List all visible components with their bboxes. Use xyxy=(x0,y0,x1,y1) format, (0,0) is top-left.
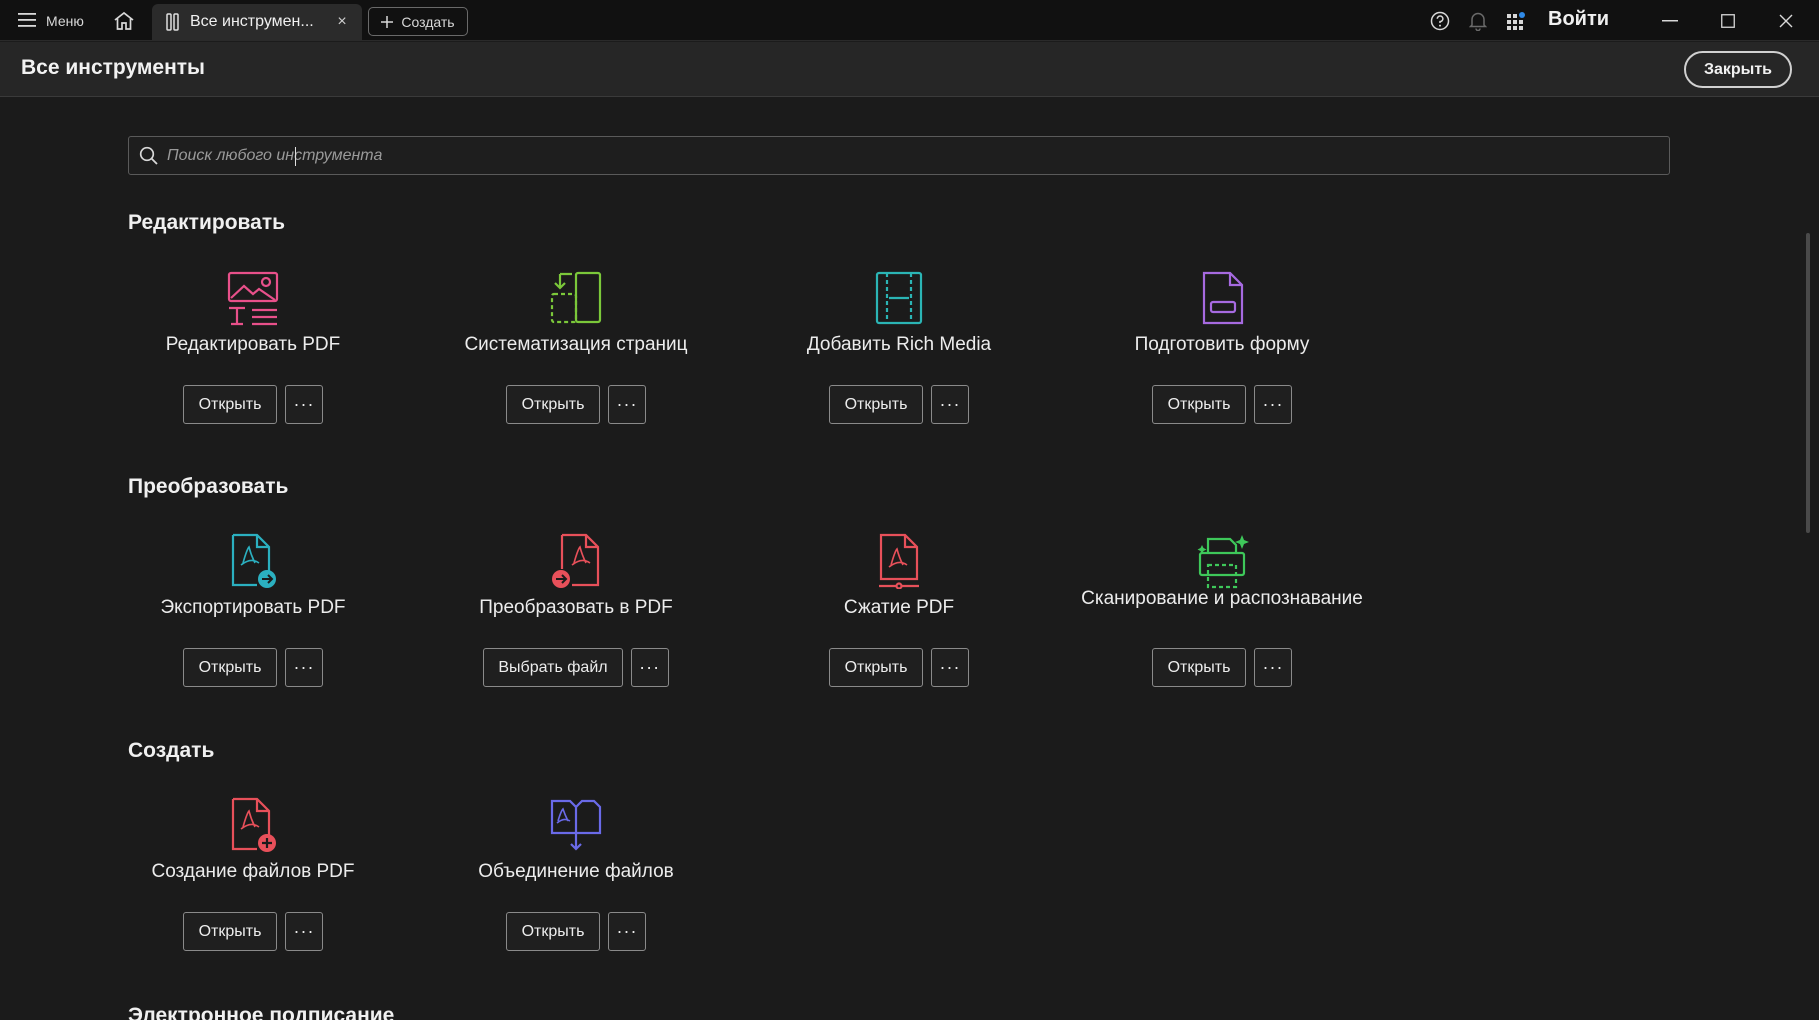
tool-name: Редактировать PDF xyxy=(165,334,341,355)
bell-icon[interactable] xyxy=(1466,9,1490,33)
tab-close-icon[interactable]: × xyxy=(334,13,350,31)
open-button[interactable]: Открыть xyxy=(506,912,600,951)
tool-name: Сжатие PDF xyxy=(843,597,955,618)
tool-name: Преобразовать в PDF xyxy=(479,597,673,618)
convert-to-pdf-icon xyxy=(548,533,604,589)
tool-name: Сканирование и распознавание xyxy=(1081,588,1363,609)
window-close-icon[interactable] xyxy=(1766,6,1806,36)
search-input[interactable] xyxy=(167,138,1657,173)
more-options-button[interactable]: ··· xyxy=(285,648,323,687)
search-box[interactable] xyxy=(128,136,1670,175)
create-tab-button[interactable]: Создать xyxy=(368,7,468,36)
login-button[interactable]: Войти xyxy=(1548,8,1609,31)
open-button[interactable]: Открыть xyxy=(1152,385,1246,424)
section-title-convert: Преобразовать xyxy=(128,475,289,498)
minimize-icon[interactable] xyxy=(1650,6,1690,36)
menu-button[interactable]: Меню xyxy=(18,9,84,33)
more-options-button[interactable]: ··· xyxy=(1254,385,1292,424)
help-icon[interactable] xyxy=(1428,9,1452,33)
create-label: Создать xyxy=(401,13,455,30)
tools-tab-icon xyxy=(166,13,179,31)
tool-create-pdf: Создание файлов PDF Открыть ··· xyxy=(103,797,403,967)
more-options-button[interactable]: ··· xyxy=(608,912,646,951)
tool-scan-ocr: Сканирование и распознавание Открыть ··· xyxy=(1072,533,1372,703)
open-button[interactable]: Открыть xyxy=(506,385,600,424)
tool-name: Объединение файлов xyxy=(478,861,674,882)
tool-name: Подготовить форму xyxy=(1134,334,1310,355)
tool-combine-files: Объединение файлов Открыть ··· xyxy=(426,797,726,967)
export-pdf-icon xyxy=(225,533,281,589)
search-icon xyxy=(139,146,158,165)
vertical-scrollbar[interactable] xyxy=(1806,233,1810,533)
section-title-e-sign: Электронное подписание xyxy=(128,1004,395,1020)
open-button[interactable]: Открыть xyxy=(183,912,277,951)
page-title: Все инструменты xyxy=(21,56,205,79)
close-tools-button[interactable]: Закрыть xyxy=(1684,51,1792,88)
open-button[interactable]: Открыть xyxy=(1152,648,1246,687)
tool-convert-to-pdf: Преобразовать в PDF Выбрать файл ··· xyxy=(426,533,726,703)
section-title-edit: Редактировать xyxy=(128,211,286,234)
section-title-create: Создать xyxy=(128,739,215,762)
menu-label: Меню xyxy=(46,13,84,29)
open-button[interactable]: Открыть xyxy=(183,385,277,424)
tool-name: Добавить Rich Media xyxy=(806,334,992,355)
tool-compress-pdf: Сжатие PDF Открыть ··· xyxy=(749,533,1049,703)
more-options-button[interactable]: ··· xyxy=(630,648,669,687)
tool-name: Систематизация страниц xyxy=(464,334,688,355)
tab-label: Все инструмен... xyxy=(190,13,314,30)
hamburger-icon xyxy=(18,12,36,30)
rich-media-icon xyxy=(871,270,927,326)
title-bar: Меню Все инструмен... × Создать Войти xyxy=(0,0,1819,41)
open-button[interactable]: Открыть xyxy=(829,385,923,424)
tool-prepare-form: Подготовить форму Открыть ··· xyxy=(1072,270,1372,440)
tool-export-pdf: Экспортировать PDF Открыть ··· xyxy=(103,533,403,703)
create-pdf-icon xyxy=(225,797,281,853)
select-file-button[interactable]: Выбрать файл xyxy=(483,648,623,687)
more-options-button[interactable]: ··· xyxy=(931,648,969,687)
organize-pages-icon xyxy=(548,270,604,326)
plus-icon xyxy=(381,15,394,28)
combine-files-icon xyxy=(548,797,604,853)
tool-name: Создание файлов PDF xyxy=(151,861,355,882)
tools-content: Редактировать Редактировать PDF Открыть … xyxy=(0,98,1819,1020)
tool-name: Экспортировать PDF xyxy=(160,597,346,618)
open-button[interactable]: Открыть xyxy=(183,648,277,687)
scan-ocr-icon xyxy=(1194,533,1250,589)
home-button[interactable] xyxy=(110,8,138,34)
tool-edit-pdf: Редактировать PDF Открыть ··· xyxy=(103,270,403,440)
maximize-icon[interactable] xyxy=(1708,6,1748,36)
compress-pdf-icon xyxy=(871,533,927,590)
text-caret xyxy=(295,147,296,166)
tool-rich-media: Добавить Rich Media Открыть ··· xyxy=(749,270,1049,440)
more-options-button[interactable]: ··· xyxy=(1254,648,1292,687)
more-options-button[interactable]: ··· xyxy=(285,385,323,424)
more-options-button[interactable]: ··· xyxy=(285,912,323,951)
open-button[interactable]: Открыть xyxy=(829,648,923,687)
page-header: Все инструменты Закрыть xyxy=(0,42,1819,97)
prepare-form-icon xyxy=(1194,270,1250,326)
edit-pdf-icon xyxy=(225,270,281,326)
more-options-button[interactable]: ··· xyxy=(608,385,646,424)
tool-organize-pages: Систематизация страниц Открыть ··· xyxy=(426,270,726,440)
tab-all-tools[interactable]: Все инструмен... × xyxy=(152,4,362,40)
apps-grid-icon[interactable] xyxy=(1504,9,1528,33)
home-icon xyxy=(114,11,134,30)
more-options-button[interactable]: ··· xyxy=(931,385,969,424)
